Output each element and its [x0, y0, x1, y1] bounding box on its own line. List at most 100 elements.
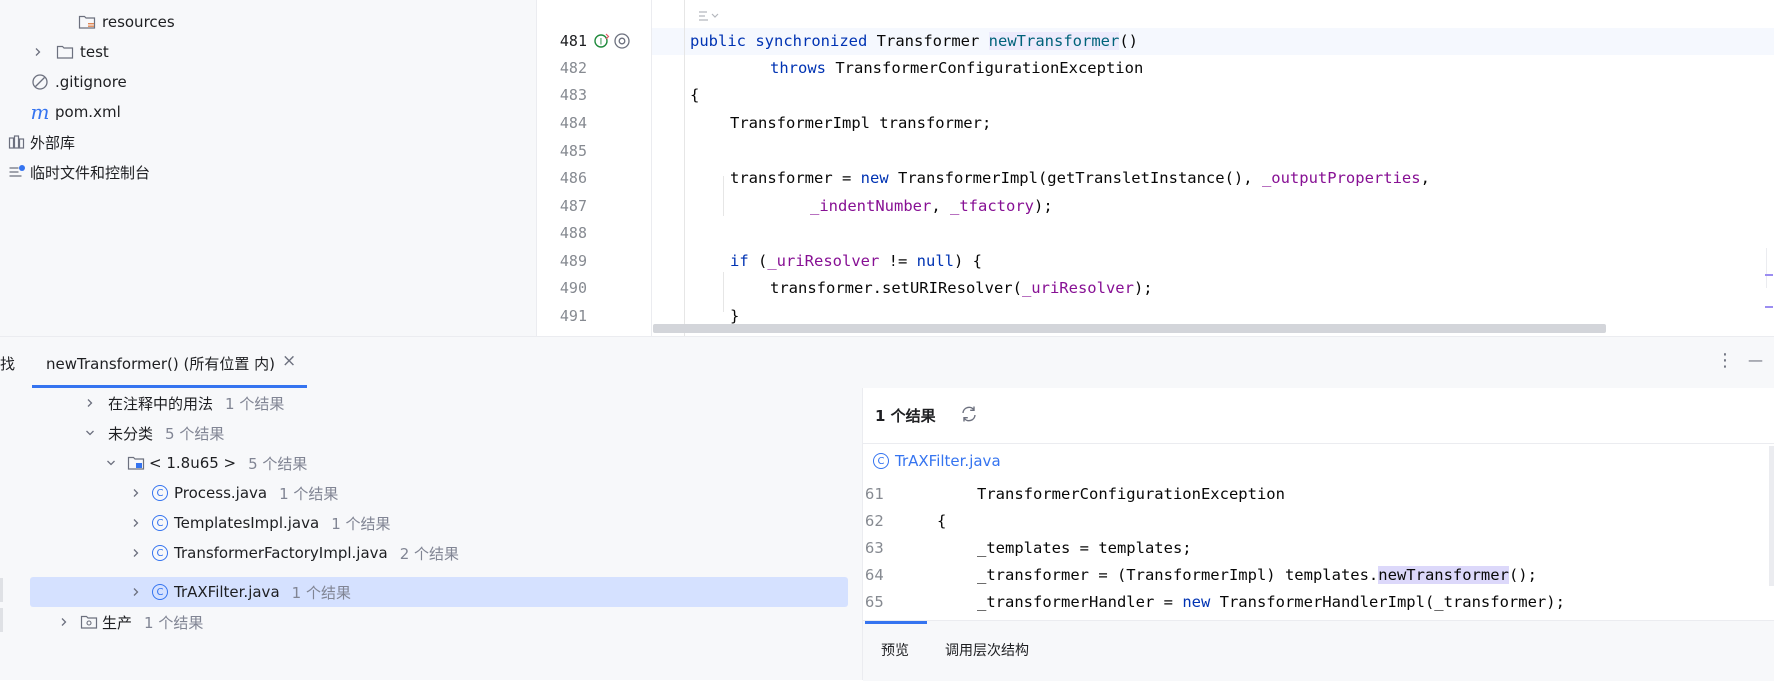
close-tab-icon[interactable]: ×	[282, 351, 296, 371]
preview-line-62: {	[937, 512, 947, 530]
preview-line-number: 64	[865, 566, 884, 584]
tree-item-label: .gitignore	[55, 73, 127, 91]
more-options-icon[interactable]: ⋮	[1716, 350, 1734, 371]
preview-line-number: 63	[865, 539, 884, 557]
code-line-486: transformer = new TransformerImpl(getTra…	[730, 169, 1430, 187]
result-label: 在注释中的用法	[108, 394, 214, 413]
usage-highlight: newTransformer	[1378, 566, 1509, 584]
result-count: 5 个结果	[165, 424, 225, 443]
usage-marker[interactable]	[1765, 306, 1773, 308]
project-tool-window: resources test .gitignore m pom.xml 外部库 …	[0, 0, 537, 336]
chevron-right-icon[interactable]	[130, 547, 142, 559]
class-icon: C	[152, 584, 168, 600]
tree-item-pom[interactable]: m pom.xml	[31, 97, 121, 127]
tab-find-partial[interactable]: 找	[0, 353, 15, 374]
ignore-file-icon	[31, 74, 49, 90]
result-count: 2 个结果	[399, 544, 460, 563]
result-file-process[interactable]: C Process.java 1 个结果	[130, 478, 338, 508]
annotation-gutter-icon[interactable]	[613, 32, 631, 54]
preview-line-number: 61	[865, 485, 884, 503]
line-number: 490	[559, 279, 587, 297]
usage-preview-pane: 1 个结果 C TrAXFilter.java 61 62 63 64 65 Trans…	[862, 388, 1774, 681]
chevron-down-icon[interactable]	[84, 427, 96, 439]
code-editor[interactable]: 481 482 483 484 485 486 487 488 489 490 491 I publ…	[537, 0, 1774, 336]
indent-guide	[723, 272, 724, 312]
result-label: 未分类	[108, 424, 154, 443]
tree-item-label: pom.xml	[55, 103, 121, 121]
class-icon: C	[152, 545, 168, 561]
chevron-right-icon[interactable]	[130, 586, 142, 598]
horizontal-scrollbar[interactable]	[653, 324, 1606, 333]
tree-item-resources[interactable]: resources	[78, 7, 175, 37]
result-file-traxfilter[interactable]: C TrAXFilter.java 1 个结果	[130, 577, 351, 607]
usage-marker[interactable]	[1765, 274, 1773, 276]
line-number: 484	[559, 114, 587, 132]
divider	[863, 443, 1774, 444]
preview-line-65: _transformerHandler = new TransformerHan…	[977, 593, 1565, 611]
tree-item-label: 临时文件和控制台	[30, 163, 151, 182]
line-number: 487	[559, 197, 587, 215]
find-tool-window-header: 找 newTransformer() (所有位置 内) × ⋮ —	[0, 336, 1774, 389]
toolbar-button-partial[interactable]	[0, 578, 3, 602]
tree-item-label: 外部库	[30, 133, 76, 152]
tab-new-transformer-usages[interactable]: newTransformer() (所有位置 内)	[46, 353, 275, 374]
code-line-490: transformer.setURIResolver(_uriResolver)…	[770, 279, 1153, 297]
line-number: 489	[559, 252, 587, 270]
result-label: Process.java	[174, 484, 268, 502]
line-number: 485	[559, 142, 587, 160]
line-number: 482	[559, 59, 587, 77]
preview-line-61: TransformerConfigurationException	[977, 485, 1285, 503]
active-tab-underline	[865, 621, 927, 624]
result-count: 5 个结果	[248, 454, 308, 473]
chevron-right-icon[interactable]	[58, 616, 70, 628]
toolbar-button-partial[interactable]	[0, 608, 3, 632]
tree-item-test[interactable]: test	[32, 37, 109, 67]
result-count: 1 个结果	[331, 514, 391, 533]
preview-line-64: _transformer = (TransformerImpl) templat…	[977, 566, 1537, 584]
folder-resources-icon	[78, 14, 96, 30]
svg-text:I: I	[600, 38, 603, 48]
tab-call-hierarchy[interactable]: 调用层次结构	[945, 640, 1029, 660]
refresh-icon[interactable]	[959, 404, 979, 428]
chevron-right-icon[interactable]	[84, 397, 96, 409]
tree-item-label: test	[80, 43, 109, 61]
error-stripe[interactable]	[1766, 248, 1774, 288]
preview-file-link[interactable]: C TrAXFilter.java	[873, 452, 1001, 470]
preview-line-63: _templates = templates;	[977, 539, 1192, 557]
chevron-right-icon[interactable]	[130, 487, 142, 499]
code-line-482: throws TransformerConfigurationException	[770, 59, 1144, 77]
chevron-right-icon[interactable]	[32, 46, 44, 58]
class-icon: C	[152, 485, 168, 501]
inlay-hint-icon[interactable]	[697, 8, 721, 27]
result-file-templatesimpl[interactable]: C TemplatesImpl.java 1 个结果	[130, 508, 391, 538]
vertical-scrollbar[interactable]	[1769, 446, 1774, 586]
result-label: TrAXFilter.java	[174, 583, 280, 601]
library-icon	[8, 134, 26, 150]
result-group-production[interactable]: 生产 1 个结果	[58, 607, 203, 637]
chevron-right-icon[interactable]	[130, 517, 142, 529]
result-group-jdk[interactable]: < 1.8u65 > 5 个结果	[105, 448, 307, 478]
line-number: 491	[559, 307, 587, 325]
tree-item-label: resources	[102, 13, 175, 31]
preview-file-name: TrAXFilter.java	[895, 452, 1001, 470]
result-group-comments[interactable]: 在注释中的用法 1 个结果	[84, 388, 284, 418]
tree-item-scratches[interactable]: 临时文件和控制台	[8, 157, 150, 187]
result-label: TemplatesImpl.java	[174, 514, 320, 532]
line-number: 483	[559, 86, 587, 104]
serializable-class-icon: C	[152, 515, 168, 531]
result-label: 生产	[102, 613, 133, 632]
result-count: 1 个结果	[291, 583, 351, 602]
indent-guide	[723, 176, 724, 216]
tab-preview[interactable]: 预览	[881, 640, 909, 660]
tree-item-gitignore[interactable]: .gitignore	[31, 67, 127, 97]
result-group-unclassified[interactable]: 未分类 5 个结果	[84, 418, 224, 448]
code-line-487: _indentNumber, _tfactory);	[810, 197, 1053, 215]
implements-gutter-icon[interactable]: I	[593, 32, 611, 54]
tree-item-external-libraries[interactable]: 外部库	[8, 127, 75, 157]
minimize-icon[interactable]: —	[1748, 351, 1763, 369]
result-file-transformerfactoryimpl[interactable]: C TransformerFactoryImpl.java 2 个结果	[130, 538, 459, 568]
chevron-down-icon[interactable]	[105, 457, 117, 469]
result-count: 1 个结果	[279, 484, 339, 503]
result-count: 1 个结果	[225, 394, 285, 413]
class-icon: C	[873, 453, 889, 469]
